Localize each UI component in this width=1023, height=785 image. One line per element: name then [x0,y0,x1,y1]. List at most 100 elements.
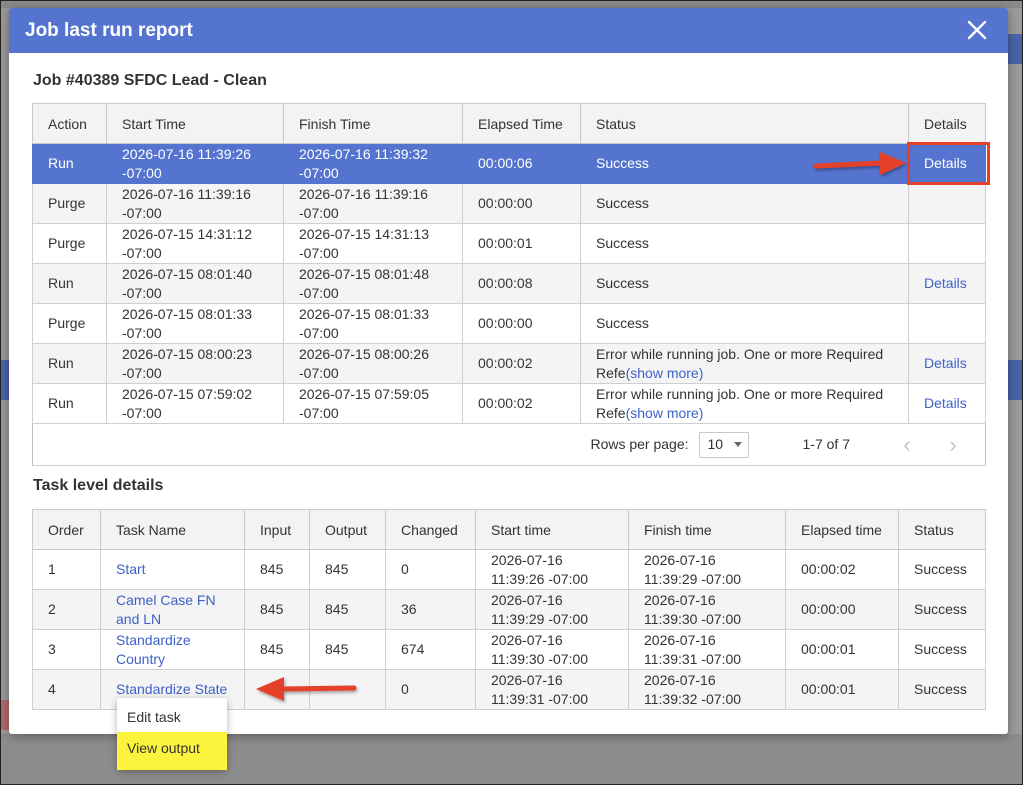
run-row[interactable]: Run 2026-07-15 08:01:40 -07:00 2026-07-15 … [32,263,986,304]
details-link[interactable]: Details [924,275,967,291]
task-name-link[interactable]: Camel Case FN and LN [116,592,216,627]
header-order[interactable]: Order [32,509,101,550]
menu-item-view-output[interactable]: View output [117,732,227,770]
run-row[interactable]: Purge 2026-07-16 11:39:16 -07:00 2026-07-1… [32,183,986,224]
background-band-left [0,360,9,400]
header-details[interactable]: Details [908,103,986,144]
task-finish-time: 2026-07-16 11:39:32 -07:00 [628,669,786,710]
run-row[interactable]: Run 2026-07-15 07:59:02 -07:00 2026-07-15 … [32,383,986,424]
modal-header: Job last run report [9,8,1008,53]
header-task-elapsed-time[interactable]: Elapsed time [785,509,899,550]
close-icon[interactable] [966,19,988,41]
task-output: 845 [309,549,386,590]
menu-item-edit-task[interactable]: Edit task [117,702,227,732]
run-action: Run [32,263,107,304]
run-status-cell: Error while running job. One or more Req… [580,343,909,384]
modal-title: Job last run report [25,19,193,41]
run-status: Success [596,155,649,171]
header-changed[interactable]: Changed [385,509,476,550]
header-start-time[interactable]: Start Time [106,103,284,144]
header-action[interactable]: Action [32,103,107,144]
background-marker [0,700,9,730]
task-order: 2 [32,589,101,630]
task-row[interactable]: 2 Camel Case FN and LN 845 845 36 2026-07-16 … [32,589,986,630]
header-elapsed-time[interactable]: Elapsed Time [462,103,581,144]
task-status: Success [898,549,986,590]
header-task-finish-time[interactable]: Finish time [628,509,786,550]
run-status: Success [596,195,649,211]
run-row[interactable]: Purge 2026-07-15 14:31:12 -07:00 2026-07-1… [32,223,986,264]
task-name-link[interactable]: Standardize Country [116,632,191,667]
task-changed: 674 [385,629,476,670]
background-button [1008,34,1023,64]
task-order: 3 [32,629,101,670]
pagination-row: Rows per page: 10 1-7 of 7 ‹ › [32,423,986,466]
runs-header-row: Action Start Time Finish Time Elapsed Ti… [32,103,986,144]
run-details-cell [908,303,986,344]
run-finish-time: 2026-07-16 11:39:16 -07:00 [283,183,463,224]
run-elapsed-time: 00:00:02 [462,343,581,384]
run-status-cell: Success [580,183,909,224]
run-finish-time: 2026-07-15 08:00:26 -07:00 [283,343,463,384]
run-details-cell: Details [908,263,986,304]
task-input: 845 [244,589,310,630]
annotation-highlight-box [907,142,990,185]
task-elapsed-time: 00:00:00 [785,589,899,630]
task-name-cell: Standardize Country [100,629,245,670]
task-start-time: 2026-07-16 11:39:31 -07:00 [475,669,629,710]
header-input[interactable]: Input [244,509,310,550]
rows-per-page-select[interactable]: 10 [698,431,749,458]
header-task-name[interactable]: Task Name [100,509,245,550]
details-link[interactable]: Details [924,355,967,371]
header-status[interactable]: Status [580,103,909,144]
show-more-link[interactable]: (show more) [626,405,704,421]
task-changed: 36 [385,589,476,630]
task-section-title: Task level details [33,477,164,494]
run-elapsed-time: 00:00:00 [462,183,581,224]
task-name-link[interactable]: Standardize State [116,681,227,697]
run-finish-time: 2026-07-16 11:39:32 -07:00 [283,143,463,184]
header-output[interactable]: Output [309,509,386,550]
show-more-link[interactable]: (show more) [626,365,704,381]
task-name-link[interactable]: Start [116,561,146,577]
run-status-cell: Error while running job. One or more Req… [580,383,909,424]
run-finish-time: 2026-07-15 08:01:33 -07:00 [283,303,463,344]
task-input: 845 [244,629,310,670]
task-row[interactable]: 1 Start 845 845 0 2026-07-16 11:39:26 -07:00 2… [32,549,986,590]
task-status: Success [898,589,986,630]
run-status: Success [596,235,649,251]
tasks-header-row: Order Task Name Input Output Changed Sta… [32,509,986,550]
chevron-right-icon[interactable]: › [942,434,964,456]
chevron-down-icon [733,442,742,447]
header-finish-time[interactable]: Finish Time [283,103,463,144]
run-action: Run [32,343,107,384]
run-start-time: 2026-07-16 11:39:16 -07:00 [106,183,284,224]
task-start-time: 2026-07-16 11:39:29 -07:00 [475,589,629,630]
run-start-time: 2026-07-15 08:00:23 -07:00 [106,343,284,384]
task-start-time: 2026-07-16 11:39:30 -07:00 [475,629,629,670]
task-output: 845 [309,589,386,630]
header-task-status[interactable]: Status [898,509,986,550]
run-status-cell: Success [580,263,909,304]
chevron-left-icon[interactable]: ‹ [896,434,918,456]
task-finish-time: 2026-07-16 11:39:30 -07:00 [628,589,786,630]
run-row[interactable]: Run 2026-07-15 08:00:23 -07:00 2026-07-15 … [32,343,986,384]
run-elapsed-time: 00:00:00 [462,303,581,344]
task-elapsed-time: 00:00:02 [785,549,899,590]
task-row[interactable]: 3 Standardize Country 845 845 674 2026-07-16 … [32,629,986,670]
header-task-start-time[interactable]: Start time [475,509,629,550]
rows-per-page-label: Rows per page: [590,436,689,452]
run-status-cell: Success [580,223,909,264]
task-changed: 0 [385,549,476,590]
run-elapsed-time: 00:00:02 [462,383,581,424]
job-title: Job #40389 SFDC Lead - Clean [33,72,267,89]
annotation-arrow-right-icon [813,152,906,175]
run-row[interactable]: Purge 2026-07-15 08:01:33 -07:00 2026-07-1… [32,303,986,344]
task-status: Success [898,629,986,670]
run-status: Success [596,275,649,291]
details-link[interactable]: Details [924,395,967,411]
rows-per-page-value: 10 [707,436,724,452]
run-action: Purge [32,223,107,264]
run-action: Purge [32,183,107,224]
tasks-table: Order Task Name Input Output Changed Sta… [32,509,986,710]
